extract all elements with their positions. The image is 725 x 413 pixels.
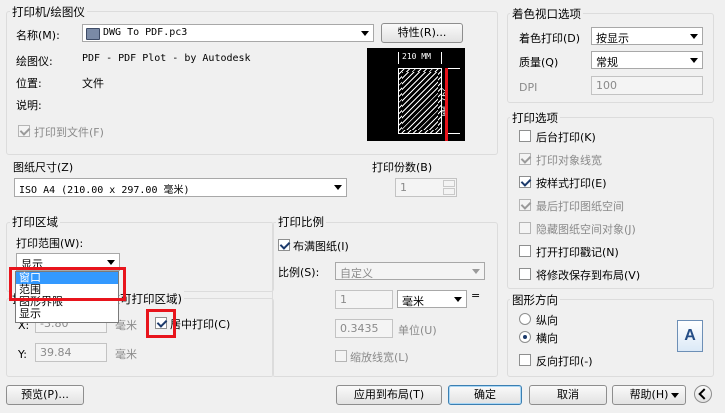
- properties-button[interactable]: 特性(R)...: [381, 23, 463, 43]
- shaded-title: 着色视口选项: [510, 6, 583, 22]
- shade-plot-label: 着色打印(D): [519, 32, 581, 45]
- printer-name-combo[interactable]: DWG To PDF.pc3: [82, 24, 374, 42]
- plot-stamp-label: 打开打印戳记(N): [536, 246, 619, 259]
- center-plot-label: 居中打印(C): [170, 318, 231, 331]
- printer-name-label: 名称(M):: [16, 29, 60, 42]
- preview-red-edge: [445, 68, 448, 141]
- hide-objects-label: 隐藏图纸空间对象(J): [536, 223, 636, 236]
- apply-to-layout-button[interactable]: 应用到布局(T): [336, 385, 442, 405]
- chevron-down-icon: [334, 185, 342, 190]
- offset-y-label: Y:: [18, 348, 27, 361]
- dropdown-highlight: [9, 267, 126, 301]
- dpi-input[interactable]: 100: [591, 76, 703, 95]
- paper-preview: 210 MM 297 MM: [367, 48, 465, 141]
- quality-label: 质量(Q): [519, 56, 559, 69]
- plot-stamp-checkbox[interactable]: [519, 245, 531, 257]
- portrait-label: 纵向: [536, 314, 558, 327]
- spin-down-icon[interactable]: [443, 188, 455, 195]
- preview-height-dimension: 297 MM: [439, 68, 460, 134]
- paperspace-last-label: 最后打印图纸空间: [536, 200, 624, 213]
- chevron-down-icon: [454, 297, 462, 302]
- print-to-file-checkbox[interactable]: [18, 125, 30, 137]
- copies-title: 打印份数(B): [372, 161, 433, 174]
- plot-range-label: 打印范围(W):: [16, 237, 84, 250]
- landscape-label: 横向: [536, 332, 558, 345]
- chevron-down-icon: [671, 393, 679, 398]
- orientation-title: 图形方向: [510, 292, 560, 308]
- paper-size-title: 图纸尺寸(Z): [13, 161, 74, 174]
- save-to-layout-checkbox[interactable]: [519, 268, 531, 280]
- plot-styles-checkbox[interactable]: [519, 176, 531, 188]
- portrait-radio[interactable]: [519, 313, 531, 325]
- preview-width-dimension: 210 MM: [398, 52, 442, 64]
- fit-to-paper-label: 布满图纸(I): [293, 240, 349, 253]
- printer-name-value: DWG To PDF.pc3: [103, 27, 188, 38]
- preview-button[interactable]: 预览(P)...: [6, 385, 84, 405]
- location-label: 位置:: [16, 77, 42, 90]
- scale-unit-combo[interactable]: 毫米: [397, 290, 467, 308]
- chevron-down-icon: [107, 260, 115, 265]
- spin-up-icon[interactable]: [443, 180, 455, 187]
- scale-unit-label: 单位(U): [398, 324, 437, 337]
- paperspace-last-checkbox[interactable]: [519, 199, 531, 211]
- scale-equals: =: [471, 289, 481, 302]
- description-label: 说明:: [16, 99, 42, 112]
- print-to-file-label: 打印到文件(F): [34, 126, 104, 139]
- cancel-button[interactable]: 取消: [529, 385, 607, 405]
- shade-plot-combo[interactable]: 按显示: [591, 27, 703, 45]
- scale-value1-input[interactable]: 1: [335, 290, 393, 309]
- plot-styles-label: 按样式打印(E): [536, 177, 607, 190]
- dpi-label: DPI: [519, 81, 538, 94]
- scale-lineweight-label: 缩放线宽(L): [350, 351, 409, 364]
- printer-group-title: 打印机/绘图仪: [10, 4, 87, 20]
- location-value: 文件: [82, 77, 104, 90]
- scale-value2-input[interactable]: 0.3435: [335, 319, 393, 338]
- plot-scale-title: 打印比例: [276, 214, 326, 230]
- plot-options-title: 打印选项: [510, 110, 560, 126]
- dropdown-option-display[interactable]: 显示: [16, 308, 118, 320]
- center-plot-highlight: [146, 309, 176, 338]
- scale-label: 比例(S):: [278, 266, 320, 279]
- scale-combo[interactable]: 自定义: [335, 262, 485, 280]
- background-plot-checkbox[interactable]: [519, 130, 531, 142]
- plot-area-title: 打印区域: [10, 214, 60, 230]
- plotter-value: PDF - PDF Plot - by Autodesk: [82, 53, 251, 64]
- lineweights-checkbox[interactable]: [519, 153, 531, 165]
- reverse-plot-checkbox[interactable]: [519, 354, 531, 366]
- preview-sheet: [398, 68, 442, 134]
- plotter-icon: [86, 28, 100, 40]
- hide-objects-checkbox[interactable]: [519, 222, 531, 234]
- fit-to-paper-checkbox[interactable]: [278, 239, 290, 251]
- paper-size-value: ISO A4 (210.00 x 297.00 毫米): [19, 185, 190, 196]
- offset-y-input[interactable]: 39.84: [35, 343, 107, 362]
- copies-input[interactable]: 1: [395, 178, 457, 197]
- plotter-label: 绘图仪:: [16, 55, 53, 68]
- save-to-layout-label: 将修改保存到布局(V): [536, 269, 641, 282]
- orientation-page-icon: A: [677, 320, 703, 352]
- help-button[interactable]: 帮助(H): [612, 385, 686, 405]
- ok-button[interactable]: 确定: [448, 385, 522, 405]
- chevron-down-icon: [690, 58, 698, 63]
- background-plot-label: 后台打印(K): [536, 131, 596, 144]
- landscape-radio[interactable]: [519, 331, 531, 343]
- offset-y-unit: 毫米: [115, 348, 137, 361]
- paper-size-combo[interactable]: ISO A4 (210.00 x 297.00 毫米): [14, 178, 347, 197]
- chevron-down-icon: [361, 31, 369, 36]
- chevron-down-icon: [472, 269, 480, 274]
- lineweights-label: 打印对象线宽: [536, 154, 602, 167]
- chevron-down-icon: [690, 34, 698, 39]
- quality-combo[interactable]: 常规: [591, 51, 703, 69]
- scale-lineweight-checkbox[interactable]: [335, 350, 347, 362]
- reverse-plot-label: 反向打印(-): [536, 355, 593, 368]
- collapse-options-icon[interactable]: [694, 385, 712, 403]
